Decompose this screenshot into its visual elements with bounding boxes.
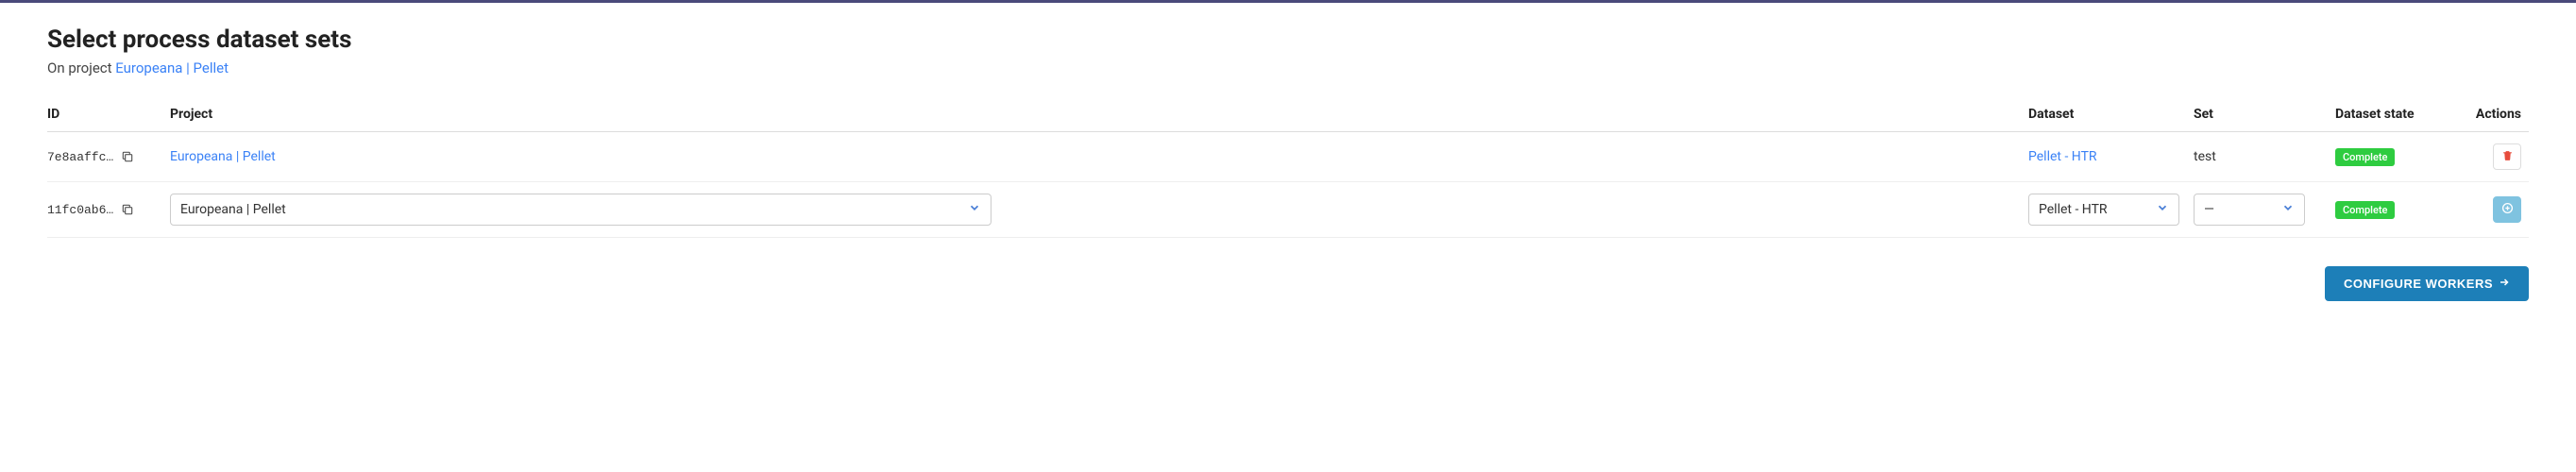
dataset-select[interactable]: Pellet - HTR — [2028, 194, 2179, 226]
state-badge: Complete — [2335, 201, 2395, 219]
configure-workers-button[interactable]: CONFIGURE WORKERS — [2325, 266, 2529, 301]
project-select-value: Europeana | Pellet — [180, 202, 286, 217]
set-select-value: — — [2204, 202, 2214, 217]
row-id: 11fc0ab6… — [47, 203, 113, 217]
chevron-down-icon — [968, 201, 981, 218]
chevron-down-icon — [2156, 201, 2169, 218]
row-id: 7e8aaffc… — [47, 150, 113, 164]
arrow-right-icon — [2499, 277, 2510, 291]
copy-icon[interactable] — [121, 202, 134, 217]
subtitle: On project Europeana | Pellet — [47, 59, 2529, 76]
trash-icon — [2501, 149, 2514, 164]
copy-icon[interactable] — [121, 149, 134, 164]
dataset-select-value: Pellet - HTR — [2039, 202, 2108, 217]
subtitle-prefix: On project — [47, 59, 115, 76]
col-header-id: ID — [47, 97, 170, 132]
plus-circle-icon — [2501, 202, 2514, 217]
set-select[interactable]: — — [2194, 194, 2305, 226]
page-title: Select process dataset sets — [47, 25, 2529, 54]
col-header-dataset: Dataset — [2028, 97, 2194, 132]
row-set: test — [2194, 149, 2216, 164]
col-header-set: Set — [2194, 97, 2335, 132]
state-badge: Complete — [2335, 148, 2395, 166]
add-button[interactable] — [2493, 196, 2521, 223]
col-header-project: Project — [170, 97, 2028, 132]
col-header-actions: Actions — [2463, 97, 2529, 132]
col-header-state: Dataset state — [2335, 97, 2463, 132]
row-dataset-link[interactable]: Pellet - HTR — [2028, 149, 2097, 164]
datasets-table: ID Project Dataset Set Dataset state Act… — [47, 97, 2529, 238]
subtitle-project-link[interactable]: Europeana | Pellet — [115, 59, 229, 76]
row-project-link[interactable]: Europeana | Pellet — [170, 149, 276, 164]
configure-workers-label: CONFIGURE WORKERS — [2344, 277, 2493, 291]
project-select[interactable]: Europeana | Pellet — [170, 194, 991, 226]
delete-button[interactable] — [2493, 143, 2521, 170]
table-row: 7e8aaffc… Europeana | Pellet Pellet - HT… — [47, 132, 2529, 182]
table-row: 11fc0ab6… Europeana | Pellet — [47, 182, 2529, 238]
chevron-down-icon — [2281, 201, 2295, 218]
